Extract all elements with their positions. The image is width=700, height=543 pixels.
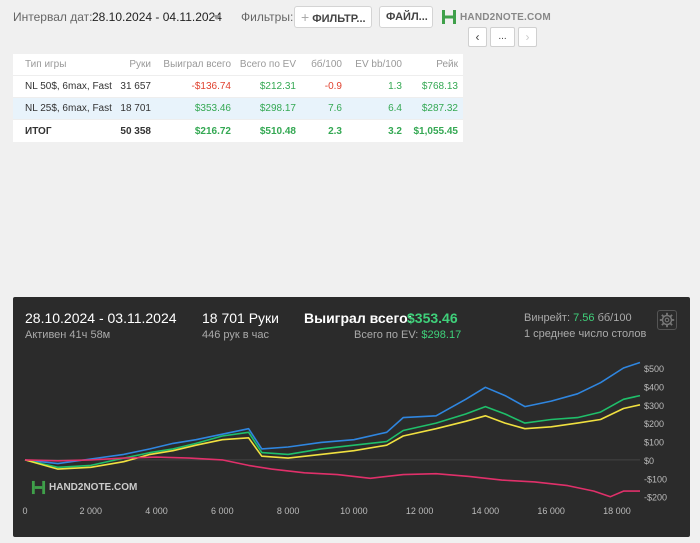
date-range-label: Интервал дат: — [13, 10, 93, 24]
table-row[interactable]: NL 50$, 6max, Fast 31 657 -$136.74 $212.… — [13, 76, 463, 98]
cell-total-rake: $1,055.45 — [413, 125, 459, 137]
date-range-selector[interactable]: 28.10.2024 - 04.11.2024 — [92, 10, 222, 24]
cell-total-label: ИТОГ — [25, 125, 52, 137]
stats-table: Тип игры Руки Выиграл всего Всего по EV … — [13, 54, 463, 142]
y-tick-label: $0 — [644, 456, 654, 466]
cell-hands: 18 701 — [120, 103, 151, 114]
logo-text: HAND2NOTE.COM — [460, 11, 551, 23]
x-tick-label: 18 000 — [603, 506, 631, 516]
plus-icon: + — [301, 9, 310, 25]
hand2note-watermark: HAND2NOTE.COM — [31, 480, 137, 495]
column-header-bb100[interactable]: бб/100 — [296, 59, 342, 70]
cell-ev-bb100: 1.3 — [388, 81, 402, 92]
cell-game-type: NL 25$, 6max, Fast — [25, 103, 112, 114]
y-tick-label: $500 — [644, 364, 664, 374]
table-row[interactable]: NL 25$, 6max, Fast 18 701 $353.46 $298.1… — [13, 98, 463, 120]
table-header: Тип игры Руки Выиграл всего Всего по EV … — [13, 54, 463, 76]
cell-ev: $212.31 — [259, 81, 296, 92]
profit-chart: -$200 -$100 $0 $100 $200 $300 $400 $500 0 2 000 4 … — [22, 361, 667, 516]
x-tick-label: 2 000 — [80, 506, 103, 516]
x-tick-label: 16 000 — [537, 506, 565, 516]
cell-total-bb100: 2.3 — [328, 125, 342, 137]
add-filter-label: ФИЛЬТР... — [312, 13, 366, 25]
logo-icon — [442, 10, 456, 24]
watermark-text: HAND2NOTE.COM — [49, 482, 138, 493]
cell-total-ev: $510.48 — [259, 125, 296, 137]
y-tick-label: $200 — [644, 419, 664, 429]
cell-ev: $298.17 — [259, 103, 296, 114]
filters-label: Фильтры: — [241, 10, 294, 24]
y-tick-label: $300 — [644, 401, 664, 411]
graph-panel: 28.10.2024 - 03.11.2024 Активен 41ч 58м … — [13, 297, 690, 537]
add-filter-button[interactable]: + ФИЛЬТР... — [294, 6, 372, 28]
x-tick-label: 10 000 — [340, 506, 368, 516]
y-tick-label: -$200 — [644, 493, 667, 503]
x-tick-label: 14 000 — [472, 506, 500, 516]
column-header-rake[interactable]: Рейк — [402, 59, 458, 70]
y-tick-label: $400 — [644, 382, 664, 392]
x-tick-label: 4 000 — [145, 506, 168, 516]
table-total-row: ИТОГ 50 358 $216.72 $510.48 2.3 3.2 $1,0… — [13, 120, 463, 142]
cell-rake: $287.32 — [421, 103, 458, 114]
column-header-ev[interactable]: Всего по EV — [231, 59, 296, 70]
cell-rake: $768.13 — [421, 81, 458, 92]
x-tick-label: 12 000 — [406, 506, 434, 516]
y-tick-label: $100 — [644, 438, 664, 448]
cell-bb100: 7.6 — [328, 103, 342, 114]
cell-total-won: $216.72 — [194, 125, 231, 137]
previous-button[interactable]: ‹ — [468, 27, 487, 47]
cell-total-hands: 50 358 — [120, 125, 151, 137]
y-tick-label: -$100 — [644, 474, 667, 484]
cell-bb100: -0.9 — [324, 81, 342, 92]
column-header-ev-bb100[interactable]: EV bb/100 — [342, 59, 402, 70]
cell-won: $353.46 — [194, 103, 231, 114]
series-line-blue — [24, 361, 641, 465]
x-tick-label: 6 000 — [211, 506, 234, 516]
column-header-hands[interactable]: Руки — [113, 59, 151, 70]
top-bar: Интервал дат: 28.10.2024 - 04.11.2024 Фи… — [0, 0, 700, 47]
x-tick-label: 8 000 — [277, 506, 300, 516]
cell-game-type: NL 50$, 6max, Fast — [25, 81, 112, 92]
column-header-game-type[interactable]: Тип игры — [13, 59, 113, 70]
files-button-label: ФАЙЛ... — [386, 11, 428, 23]
series-line-green — [24, 394, 641, 469]
cell-hands: 31 657 — [120, 81, 151, 92]
next-button[interactable]: › — [518, 27, 537, 47]
hand2note-logo: HAND2NOTE.COM — [441, 8, 551, 26]
cell-won: -$136.74 — [191, 81, 231, 92]
logo-icon — [31, 480, 46, 495]
column-header-won[interactable]: Выиграл всего — [151, 59, 231, 70]
cell-ev-bb100: 6.4 — [388, 103, 402, 114]
more-button[interactable]: ... — [490, 27, 515, 47]
chevron-down-icon[interactable] — [213, 15, 221, 20]
files-button[interactable]: ФАЙЛ... — [379, 6, 433, 28]
x-tick-label: 0 — [22, 506, 27, 516]
cell-total-ev-bb100: 3.2 — [388, 125, 402, 137]
